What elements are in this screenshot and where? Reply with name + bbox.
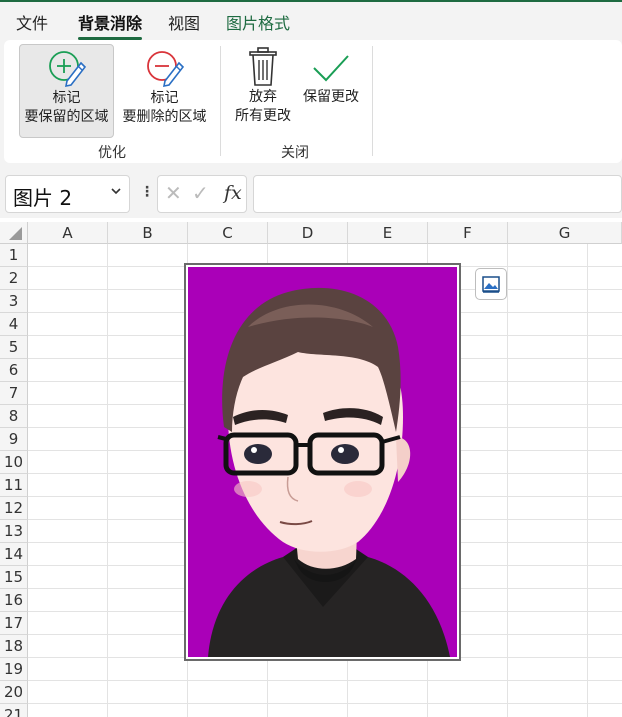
tab-picture-format[interactable]: 图片格式: [226, 10, 290, 34]
worksheet-grid[interactable]: ABCDEFG 1 2 3 4 5 6 7 8 9 10 11 12 13 14 15 16 17 18 19 20 2…: [0, 222, 622, 717]
row-header-12[interactable]: 12: [0, 497, 28, 520]
group-separator: [220, 46, 221, 156]
row-header-13[interactable]: 13: [0, 520, 28, 543]
row-header-20[interactable]: 20: [0, 681, 28, 704]
row-header-8[interactable]: 8: [0, 405, 28, 428]
row-header-5[interactable]: 5: [0, 336, 28, 359]
row-header-10[interactable]: 10: [0, 451, 28, 474]
tab-file[interactable]: 文件: [16, 10, 48, 34]
group-separator: [372, 46, 373, 156]
row-header-1[interactable]: 1: [0, 244, 28, 267]
cartoon-portrait-image: [188, 267, 457, 657]
name-box-value: 图片 2: [13, 186, 73, 210]
formula-actions: ✕ ✓ fx: [157, 175, 247, 213]
row-header-3[interactable]: 3: [0, 290, 28, 313]
row-header-14[interactable]: 14: [0, 543, 28, 566]
mark-keep-line2: 要保留的区域: [24, 109, 109, 125]
row-header-18[interactable]: 18: [0, 635, 28, 658]
column-header-d[interactable]: D: [268, 222, 348, 244]
grid-column-line: [507, 244, 508, 717]
keep-changes-button[interactable]: 保留更改: [298, 44, 364, 138]
insert-function-icon[interactable]: fx: [224, 182, 242, 204]
name-box[interactable]: 图片 2: [5, 175, 130, 213]
column-header-c[interactable]: C: [188, 222, 268, 244]
layout-options-icon: [482, 276, 500, 293]
group-label-refine: 优化: [98, 145, 126, 161]
discard-changes-button[interactable]: 放弃 所有更改: [230, 44, 296, 138]
group-label-close: 关闭: [281, 145, 309, 161]
confirm-icon[interactable]: ✓: [192, 181, 209, 205]
mark-remove-line2: 要删除的区域: [122, 109, 207, 125]
formula-input[interactable]: [253, 175, 622, 213]
column-header-b[interactable]: B: [108, 222, 188, 244]
chevron-down-icon: [111, 188, 121, 195]
mark-keep-line1: 标记: [52, 90, 81, 106]
more-options-icon[interactable]: ⋮: [140, 184, 154, 200]
cancel-icon[interactable]: ✕: [165, 181, 182, 205]
ribbon-panel: 标记 要保留的区域 标记 要删除的区域 优化 放弃 所有更改 保留更改 关闭: [4, 40, 622, 163]
row-header-21[interactable]: 21: [0, 704, 28, 717]
discard-line1: 放弃: [249, 89, 277, 105]
row-header-19[interactable]: 19: [0, 658, 28, 681]
row-header-6[interactable]: 6: [0, 359, 28, 382]
select-all-triangle-icon: [9, 227, 22, 240]
row-header-2[interactable]: 2: [0, 267, 28, 290]
mark-remove-line1: 标记: [150, 90, 179, 106]
keep-changes-label: 保留更改: [303, 89, 359, 105]
grid-row-line: [28, 680, 622, 681]
select-all-corner[interactable]: [0, 222, 28, 244]
column-header-e[interactable]: E: [348, 222, 428, 244]
row-header-11[interactable]: 11: [0, 474, 28, 497]
grid-column-line: [587, 244, 588, 717]
column-header-a[interactable]: A: [28, 222, 108, 244]
mark-keep-button[interactable]: 标记 要保留的区域: [19, 44, 114, 138]
tab-view[interactable]: 视图: [168, 10, 200, 34]
formula-bar: 图片 2 ⋮ ✕ ✓ fx: [0, 170, 622, 218]
tab-background-removal[interactable]: 背景消除: [78, 10, 143, 40]
discard-line2: 所有更改: [235, 108, 291, 124]
trash-icon: [249, 47, 277, 86]
row-header-15[interactable]: 15: [0, 566, 28, 589]
row-header-7[interactable]: 7: [0, 382, 28, 405]
portrait-picture[interactable]: [184, 263, 461, 661]
column-header-g[interactable]: G: [508, 222, 622, 244]
grid-column-line: [107, 244, 108, 717]
layout-options-button[interactable]: [475, 268, 507, 300]
plus-pencil-icon: [48, 51, 86, 88]
mark-remove-button[interactable]: 标记 要删除的区域: [117, 44, 212, 138]
row-header-9[interactable]: 9: [0, 428, 28, 451]
row-header-17[interactable]: 17: [0, 612, 28, 635]
grid-row-line: [28, 703, 622, 704]
ribbon-tabs: 文件 背景消除 视图 图片格式: [0, 2, 622, 40]
row-header-4[interactable]: 4: [0, 313, 28, 336]
minus-pencil-icon: [146, 51, 184, 88]
column-header-f[interactable]: F: [428, 222, 508, 244]
checkmark-icon: [313, 55, 349, 82]
row-header-16[interactable]: 16: [0, 589, 28, 612]
